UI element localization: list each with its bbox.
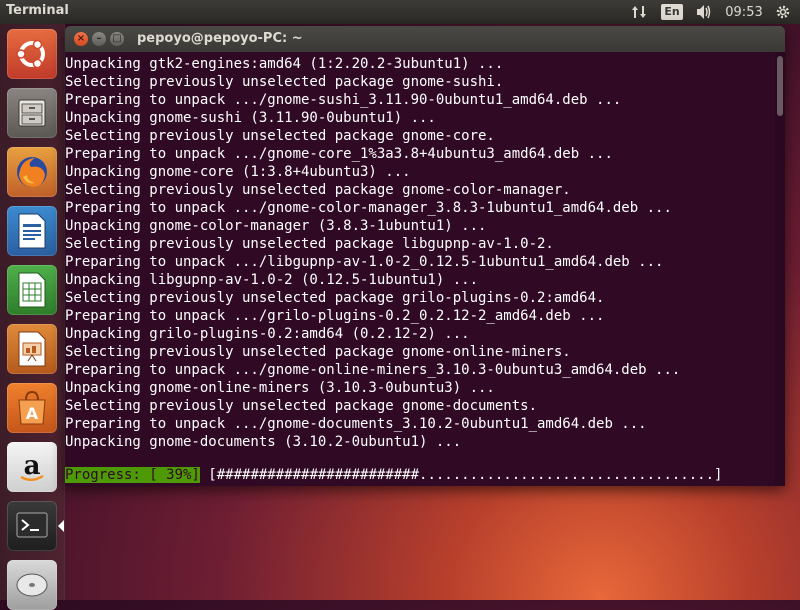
progress-line: Progress: [ 39%] [######################… bbox=[65, 466, 773, 484]
calc-launcher[interactable] bbox=[7, 265, 57, 315]
clock[interactable]: 09:53 bbox=[722, 0, 766, 24]
network-updown-icon[interactable] bbox=[628, 0, 650, 24]
terminal-line: Unpacking gnome-color-manager (3.8.3-1ub… bbox=[65, 218, 487, 234]
maximize-button[interactable]: □ bbox=[110, 32, 124, 46]
terminal-line: Unpacking gnome-sushi (3.11.90-0ubuntu1)… bbox=[65, 110, 436, 126]
terminal-line: Selecting previously unselected package … bbox=[65, 398, 538, 414]
calc-icon bbox=[18, 272, 46, 308]
terminal-output[interactable]: Unpacking gtk2-engines:amd64 (1:2.20.2-3… bbox=[65, 55, 773, 485]
terminal-line: Preparing to unpack .../gnome-color-mana… bbox=[65, 200, 672, 216]
top-panel: Terminal En 09:53 bbox=[0, 0, 800, 24]
terminal-line: Preparing to unpack .../grilo-plugins-0.… bbox=[65, 308, 605, 324]
svg-text:a: a bbox=[24, 451, 41, 481]
terminal-line: Selecting previously unselected package … bbox=[65, 182, 571, 198]
terminal-line: Preparing to unpack .../gnome-online-min… bbox=[65, 362, 681, 378]
keyboard-layout-label: En bbox=[661, 4, 683, 20]
terminal-line: Unpacking gnome-online-miners (3.10.3-0u… bbox=[65, 380, 495, 396]
impress-launcher[interactable] bbox=[7, 324, 57, 374]
firefox-launcher[interactable] bbox=[7, 147, 57, 197]
keyboard-layout-indicator[interactable]: En bbox=[660, 0, 684, 24]
terminal-line: Preparing to unpack .../libgupnp-av-1.0-… bbox=[65, 254, 664, 270]
window-title: pepoyo@pepoyo-PC: ~ bbox=[137, 31, 303, 46]
terminal-line: Preparing to unpack .../gnome-sushi_3.11… bbox=[65, 92, 622, 108]
terminal-line: Selecting previously unselected package … bbox=[65, 128, 495, 144]
active-app-title: Terminal bbox=[6, 3, 69, 18]
software-bag-icon: A bbox=[18, 390, 46, 425]
terminal-line: Unpacking gtk2-engines:amd64 (1:2.20.2-3… bbox=[65, 56, 504, 72]
minimize-icon: – bbox=[96, 33, 102, 44]
terminal-launcher[interactable] bbox=[7, 501, 64, 551]
dvd-icon bbox=[16, 573, 48, 597]
terminal-line: Preparing to unpack .../gnome-documents_… bbox=[65, 416, 647, 432]
scrollbar[interactable] bbox=[775, 52, 785, 486]
files-launcher[interactable] bbox=[7, 88, 57, 138]
terminal-line: Unpacking gnome-documents (3.10.2-0ubunt… bbox=[65, 434, 462, 450]
amazon-launcher[interactable]: a bbox=[7, 442, 57, 492]
launcher: A a bbox=[0, 24, 65, 610]
terminal-icon bbox=[16, 512, 48, 538]
minimize-button[interactable]: – bbox=[92, 32, 106, 46]
terminal-line: Selecting previously unselected package … bbox=[65, 74, 504, 90]
prompt-line bbox=[65, 448, 124, 483]
impress-icon bbox=[18, 331, 46, 367]
writer-launcher[interactable] bbox=[7, 206, 57, 256]
writer-icon bbox=[18, 213, 46, 249]
terminal-line: Preparing to unpack .../gnome-core_1%3a3… bbox=[65, 146, 613, 162]
file-cabinet-icon bbox=[18, 99, 46, 127]
terminal-line: Unpacking grilo-plugins-0.2:amd64 (0.2.1… bbox=[65, 326, 470, 342]
firefox-icon bbox=[17, 157, 47, 187]
software-center-launcher[interactable]: A bbox=[7, 383, 57, 433]
terminal-line: Selecting previously unselected package … bbox=[65, 236, 554, 252]
close-button[interactable]: × bbox=[74, 32, 88, 46]
terminal-lines: Unpacking gtk2-engines:amd64 (1:2.20.2-3… bbox=[65, 55, 773, 451]
scrollbar-thumb[interactable] bbox=[777, 56, 783, 116]
progress-bar: [########################...............… bbox=[208, 467, 723, 483]
maximize-icon: □ bbox=[112, 33, 122, 44]
gear-icon[interactable] bbox=[772, 0, 794, 24]
terminal-line: Selecting previously unselected package … bbox=[65, 344, 571, 360]
terminal-window[interactable]: × – □ pepoyo@pepoyo-PC: ~ Unpacking gtk2… bbox=[65, 26, 785, 486]
dvd-launcher[interactable] bbox=[7, 560, 57, 610]
terminal-line: Unpacking libgupnp-av-1.0-2 (0.12.5-1ubu… bbox=[65, 272, 479, 288]
dash-button[interactable] bbox=[7, 29, 57, 79]
terminal-line: Selecting previously unselected package … bbox=[65, 290, 605, 306]
close-icon: × bbox=[76, 33, 86, 44]
volume-icon[interactable] bbox=[692, 0, 716, 24]
svg-text:A: A bbox=[26, 404, 39, 423]
ubuntu-logo-icon bbox=[16, 39, 45, 69]
progress-label: Progress: [ 39%] bbox=[65, 467, 200, 483]
amazon-icon: a bbox=[20, 451, 44, 481]
terminal-line: Unpacking gnome-core (1:3.8+4ubuntu3) ..… bbox=[65, 164, 411, 180]
running-indicator bbox=[58, 520, 64, 532]
window-titlebar[interactable]: × – □ pepoyo@pepoyo-PC: ~ bbox=[65, 26, 785, 52]
